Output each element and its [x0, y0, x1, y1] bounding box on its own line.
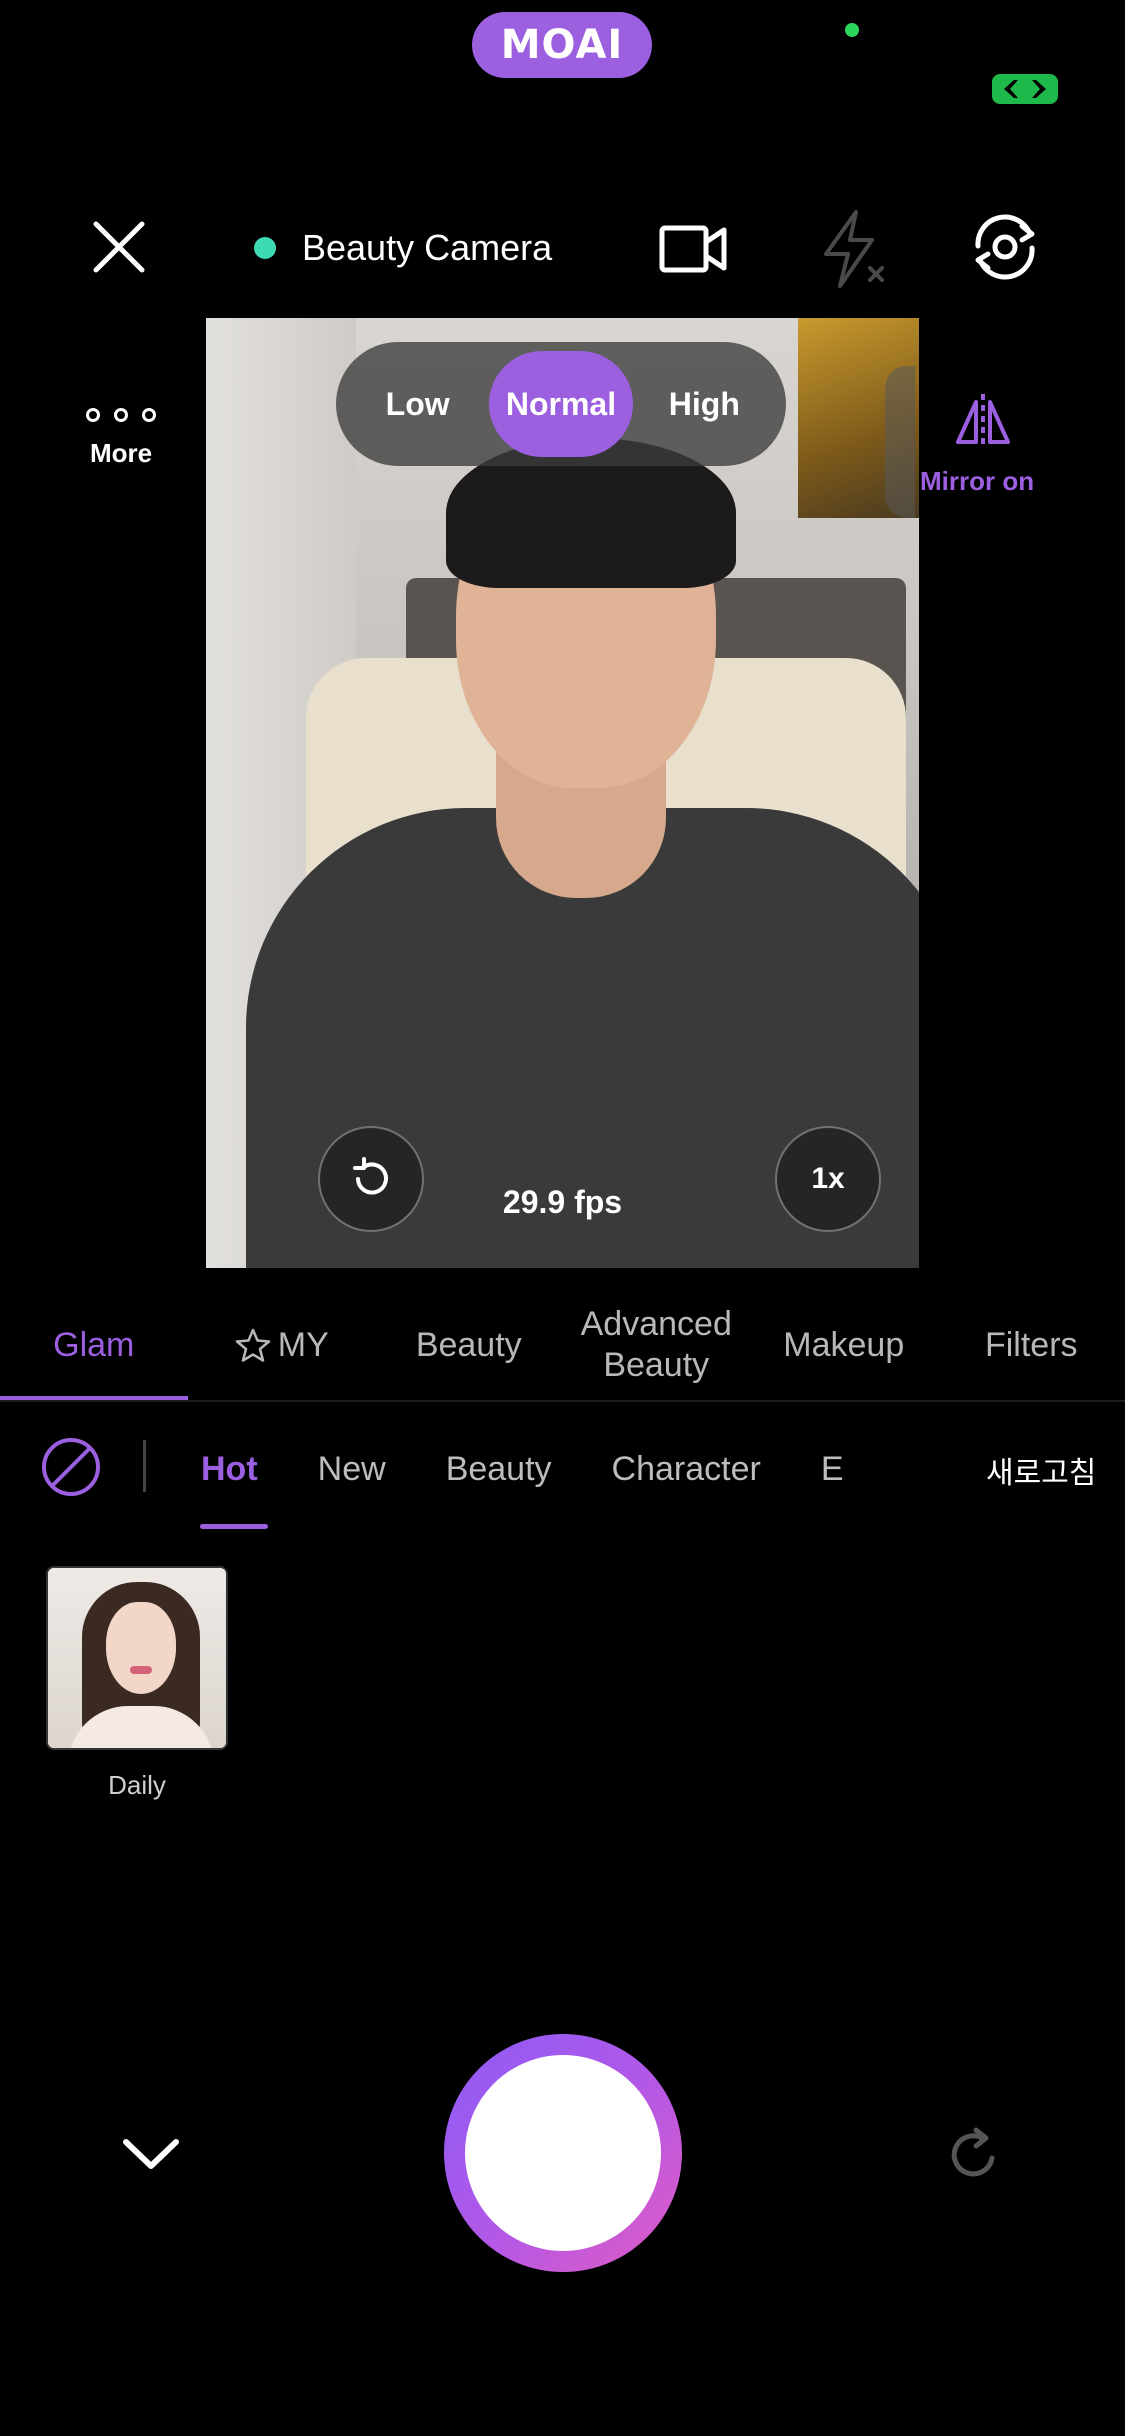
refresh-button[interactable]: 새로고침: [986, 1448, 1096, 1492]
mirror-icon[interactable]: [952, 390, 1014, 452]
more-label: More: [89, 438, 153, 468]
tab-my[interactable]: MY: [188, 1290, 376, 1400]
tab-beauty[interactable]: Beauty: [375, 1290, 563, 1400]
camera-mode-selector[interactable]: Beauty Camera: [254, 222, 552, 274]
subtab-truncated[interactable]: E: [821, 1450, 844, 1489]
mirror-panel-edge: [885, 366, 915, 518]
mode-status-dot: [254, 237, 276, 259]
fps-readout: 29.9 fps: [502, 1184, 623, 1220]
switch-camera-icon[interactable]: [962, 204, 1048, 290]
effect-label: Daily: [108, 1770, 166, 1800]
no-effect-icon[interactable]: [40, 1436, 102, 1498]
undo-icon: [353, 1157, 388, 1195]
thumbnail-face: [106, 1602, 176, 1694]
shutter-inner: [465, 2055, 661, 2251]
subtab-hot[interactable]: Hot: [201, 1450, 258, 1489]
main-category-tabs: Glam MY Beauty Advanced Beauty Makeup Fi…: [0, 1290, 1125, 1400]
subtab-beauty[interactable]: Beauty: [446, 1450, 552, 1489]
subtab-character[interactable]: Character: [612, 1450, 761, 1489]
more-button[interactable]: More: [76, 408, 166, 469]
divider: [143, 1440, 146, 1492]
chevron-down-icon[interactable]: [114, 2126, 188, 2182]
subtab-indicator: [200, 1524, 268, 1529]
subtab-new[interactable]: New: [318, 1450, 386, 1489]
effect-thumbnail[interactable]: [46, 1566, 228, 1750]
video-camera-icon[interactable]: [656, 212, 730, 286]
tab-filters[interactable]: Filters: [938, 1290, 1125, 1400]
more-icon: [86, 408, 156, 422]
mirror-toggle-label[interactable]: Mirror on: [920, 466, 1034, 497]
thumbnail-lips: [130, 1666, 152, 1674]
tab-my-label: MY: [277, 1325, 329, 1364]
flash-off-icon[interactable]: [808, 206, 894, 292]
divider: [0, 1400, 1125, 1402]
shutter-button[interactable]: [444, 2034, 682, 2272]
zoom-button[interactable]: 1x: [775, 1126, 881, 1232]
status-indicator-dot: [845, 23, 859, 37]
intensity-high[interactable]: High: [633, 351, 776, 457]
intensity-normal[interactable]: Normal: [489, 351, 633, 457]
subcategory-tabs: Hot New Beauty Character E: [176, 1434, 904, 1504]
tab-glam[interactable]: Glam: [0, 1290, 188, 1400]
redo-icon[interactable]: [946, 2124, 1004, 2186]
link-icon: [992, 74, 1058, 104]
star-icon: [235, 1328, 270, 1362]
tab-makeup[interactable]: Makeup: [750, 1290, 938, 1400]
camera-mode-label: Beauty Camera: [302, 227, 553, 268]
intensity-low[interactable]: Low: [346, 351, 489, 457]
reset-button[interactable]: [318, 1126, 424, 1232]
app-logo-pill: MOAI: [472, 12, 652, 78]
tab-advanced-beauty[interactable]: Advanced Beauty: [563, 1290, 751, 1400]
close-icon[interactable]: [82, 210, 156, 284]
beauty-intensity-selector: Low Normal High: [336, 342, 786, 466]
